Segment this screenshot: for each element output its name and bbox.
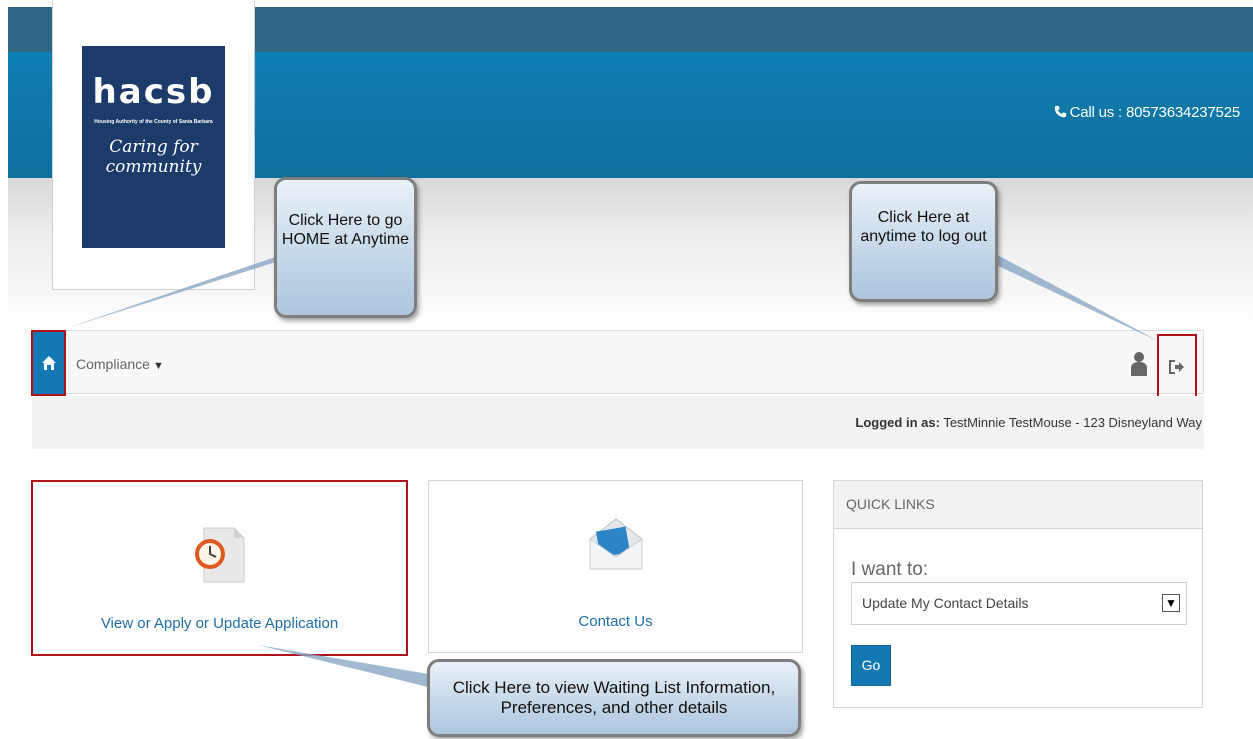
quick-links-panel: QUICK LINKS I want to: Update My Contact… (833, 480, 1203, 708)
quick-links-selected: Update My Contact Details (862, 595, 1029, 611)
phone-text: Call us : 80573634237525 (1069, 104, 1241, 121)
quick-links-title: QUICK LINKS (834, 481, 1202, 529)
logged-in-label: Logged in as: (855, 415, 940, 430)
callout-waiting-list: Click Here to view Waiting List Informat… (427, 659, 801, 737)
compliance-menu[interactable]: Compliance ▼ (76, 356, 164, 372)
logo-subtitle: Housing Authority of the County of Santa… (94, 119, 213, 125)
phone-icon (1054, 105, 1066, 118)
phone-contact: Call us : 80573634237525 (1054, 104, 1240, 121)
logout-icon (1169, 359, 1184, 374)
quick-links-select[interactable]: Update My Contact Details ▼ (851, 582, 1187, 625)
tile-contact-label: Contact Us (578, 613, 653, 630)
logo-tagline: Caring for community (105, 137, 202, 177)
tile-application-label: View or Apply or Update Application (100, 615, 339, 632)
compliance-menu-label: Compliance (76, 356, 150, 372)
chevron-down-icon[interactable]: ▼ (1162, 594, 1180, 612)
callout-home: Click Here to go HOME at Anytime (274, 177, 417, 318)
logged-in-value: TestMinnie TestMouse - 123 Disneyland Wa… (943, 415, 1202, 430)
navbar (32, 330, 1204, 394)
go-button[interactable]: Go (851, 645, 891, 686)
logo[interactable]: hacsb Housing Authority of the County of… (82, 46, 225, 248)
callout-logout: Click Here at anytime to log out (849, 181, 998, 302)
document-clock-icon (194, 527, 244, 583)
tile-contact-us[interactable]: Contact Us (428, 480, 803, 653)
tile-application[interactable]: View or Apply or Update Application (31, 480, 408, 656)
caret-down-icon: ▼ (152, 360, 164, 372)
logout-button[interactable] (1157, 334, 1197, 399)
quick-links-prompt: I want to: (851, 559, 929, 580)
logged-in-info: Logged in as: TestMinnie TestMouse - 123… (855, 415, 1202, 430)
envelope-icon (589, 518, 642, 570)
logo-brand: hacsb (92, 72, 215, 112)
home-icon (41, 356, 56, 370)
home-button[interactable] (31, 330, 66, 396)
user-icon[interactable] (1130, 350, 1148, 378)
